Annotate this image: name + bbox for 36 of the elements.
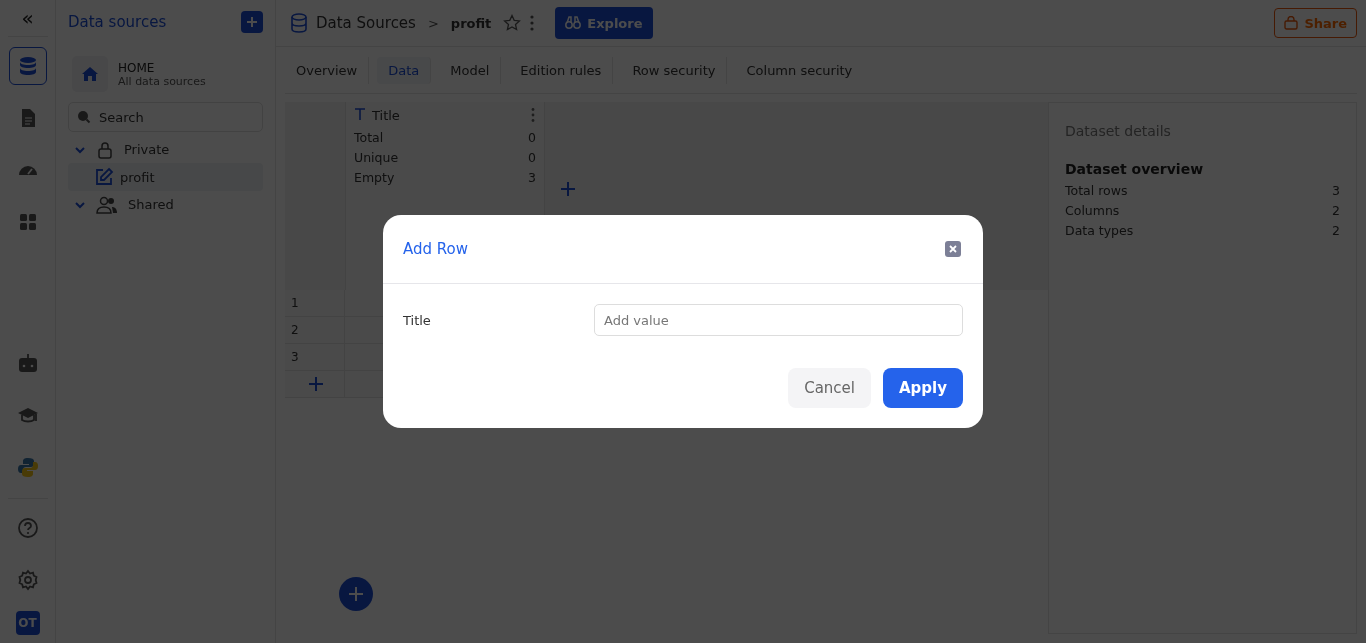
section-title: Dataset overview — [1065, 161, 1205, 177]
field-label: Title — [403, 312, 432, 328]
stat-value: 0 — [528, 129, 536, 147]
tab[interactable]: Row security — [621, 56, 728, 84]
detail-value: 2 — [1332, 202, 1340, 220]
breadcrumb-link[interactable]: Data Sources — [316, 14, 416, 32]
sidebar-title: Data sources — [68, 13, 167, 31]
tab[interactable]: Model — [439, 56, 502, 84]
detail-value: 3 — [1332, 182, 1340, 200]
stat-label: Total — [354, 129, 384, 147]
stat-label: Unique — [354, 149, 399, 167]
tree-item[interactable]: Private — [124, 142, 170, 157]
close-icon[interactable] — [945, 241, 961, 257]
row-number: 1 — [285, 290, 345, 316]
apply-button[interactable]: Apply — [883, 368, 963, 408]
tab[interactable]: Column security — [735, 56, 864, 84]
row-number: 2 — [285, 317, 345, 343]
detail-label: Total rows — [1065, 182, 1128, 200]
stat-value: 0 — [528, 149, 536, 167]
stat-value: 3 — [528, 169, 536, 187]
detail-value: 2 — [1332, 222, 1340, 240]
input-field[interactable]: Add value — [594, 304, 963, 336]
detail-label: Columns — [1065, 202, 1120, 220]
tab[interactable]: Edition rules — [509, 56, 614, 84]
stat-label: Empty — [354, 169, 395, 187]
breadcrumb-separator: > — [427, 15, 439, 31]
dialog-title: Add Row — [403, 240, 468, 258]
collapse-button[interactable]: « — [21, 8, 34, 28]
row-number: 3 — [285, 344, 345, 370]
tab[interactable]: Overview — [285, 56, 370, 84]
breadcrumb-current: profit — [450, 15, 492, 31]
tree-item[interactable]: Shared — [128, 197, 174, 212]
detail-label: Data types — [1065, 222, 1134, 240]
cancel-button[interactable]: Cancel — [788, 368, 871, 408]
column-header[interactable]: Title — [372, 107, 524, 123]
home-title[interactable]: HOME — [118, 60, 206, 75]
